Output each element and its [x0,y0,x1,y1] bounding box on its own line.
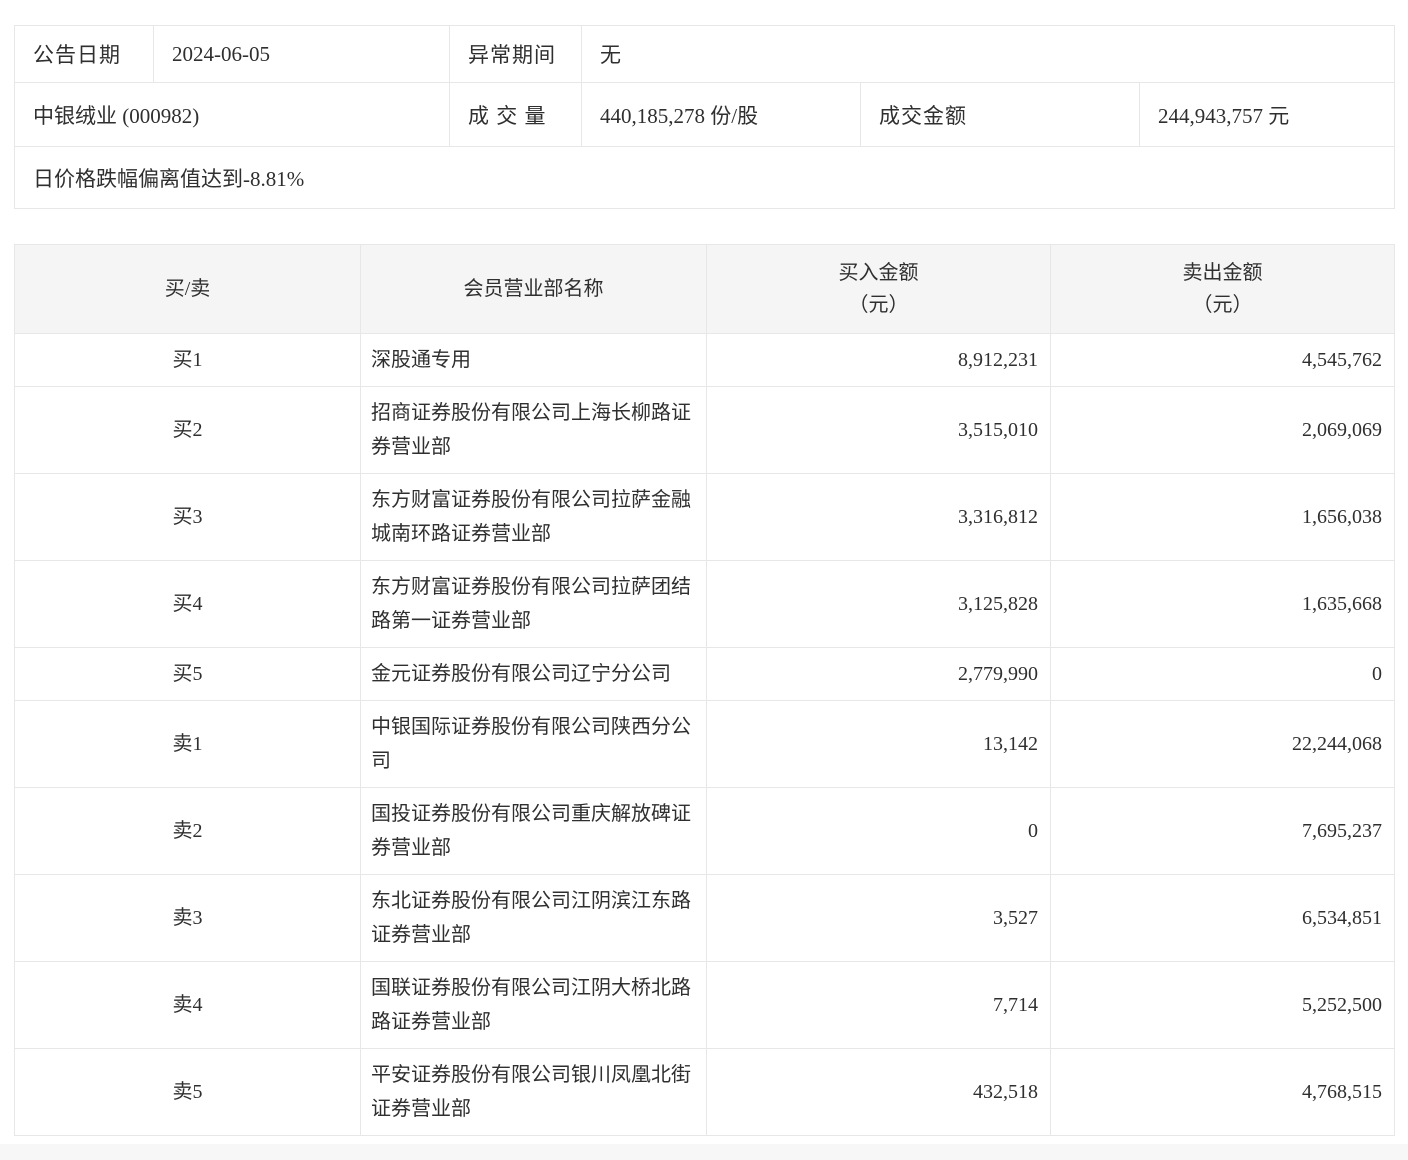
buy-amount-cell: 432,518 [706,1048,1051,1136]
sell-amount-cell: 1,635,668 [1050,560,1395,648]
header-buy-amount-line1: 买入金额 [838,262,919,284]
buy-amount-cell: 13,142 [706,700,1051,788]
branch-name-cell: 中银国际证券股份有限公司陕西分公司 [360,700,707,788]
info-row-date: 公告日期 2024-06-05 异常期间 无 [14,25,1396,83]
branch-name-cell: 招商证券股份有限公司上海长柳路证券营业部 [360,386,707,474]
volume-value: 440,185,278 份/股 [581,82,861,147]
buy-sell-cell: 买4 [14,560,361,648]
branch-name-cell: 国投证券股份有限公司重庆解放碑证券营业部 [360,787,707,875]
header-sell-amount: 卖出金额 （元） [1050,244,1395,334]
sell-amount-cell: 4,545,762 [1050,333,1395,387]
buy-sell-cell: 卖2 [14,787,361,875]
buy-amount-cell: 3,316,812 [706,473,1051,561]
branch-name-cell: 国联证券股份有限公司江阴大桥北路路证券营业部 [360,961,707,1049]
buy-sell-cell: 买2 [14,386,361,474]
info-row-volume: 中银绒业 (000982) 成 交 量 440,185,278 份/股 成交金额… [14,82,1396,147]
buy-amount-cell: 8,912,231 [706,333,1051,387]
branch-name-cell: 东方财富证券股份有限公司拉萨金融城南环路证券营业部 [360,473,707,561]
stock-name: 中银绒业 (000982) [14,82,450,147]
branch-name-cell: 东方财富证券股份有限公司拉萨团结路第一证券营业部 [360,560,707,648]
table-row: 买1 深股通专用 8,912,231 4,545,762 [14,333,1395,387]
buy-amount-cell: 3,527 [706,874,1051,962]
buy-amount-cell: 0 [706,787,1051,875]
info-row-reason: 日价格跌幅偏离值达到-8.81% [13,146,1396,209]
broker-seats-table: 买/卖 会员营业部名称 买入金额 （元） 卖出金额 （元） 买1 深股通专用 8,9… [14,244,1395,1136]
table-row: 买2 招商证券股份有限公司上海长柳路证券营业部 3,515,010 2,069,069 [14,386,1395,474]
buy-sell-cell: 买1 [14,333,361,387]
buy-amount-cell: 3,125,828 [706,560,1051,648]
branch-name-cell: 深股通专用 [360,333,707,387]
sell-amount-cell: 6,534,851 [1050,874,1395,962]
sell-amount-cell: 4,768,515 [1050,1048,1395,1136]
sell-amount-cell: 7,695,237 [1050,787,1395,875]
buy-sell-cell: 卖1 [14,700,361,788]
branch-name-cell: 东北证券股份有限公司江阴滨江东路证券营业部 [360,874,707,962]
buy-sell-cell: 买3 [14,473,361,561]
buy-sell-cell: 买5 [14,647,361,701]
table-row: 卖2 国投证券股份有限公司重庆解放碑证券营业部 0 7,695,237 [14,787,1395,875]
broker-table-body: 买1 深股通专用 8,912,231 4,545,762 买2 招商证券股份有限公司上海长… [14,333,1395,1136]
table-row: 买5 金元证券股份有限公司辽宁分公司 2,779,990 0 [14,647,1395,701]
branch-name-cell: 平安证券股份有限公司银川凤凰北街证券营业部 [360,1048,707,1136]
stock-info-table: 公告日期 2024-06-05 异常期间 无 中银绒业 (000982) 成 交… [13,25,1396,209]
sell-amount-cell: 0 [1050,647,1395,701]
abnormal-period-value: 无 [580,25,1396,83]
table-row: 买4 东方财富证券股份有限公司拉萨团结路第一证券营业部 3,125,828 1,635… [14,560,1395,648]
header-sell-amount-line1: 卖出金额 [1182,262,1263,284]
page-footer-strip [0,1144,1408,1160]
buy-sell-cell: 卖5 [14,1048,361,1136]
buy-sell-cell: 卖4 [14,961,361,1049]
turnover-label: 成交金额 [860,82,1140,147]
buy-amount-cell: 3,515,010 [706,386,1051,474]
sell-amount-cell: 1,656,038 [1050,473,1395,561]
announce-date-label: 公告日期 [14,25,154,83]
buy-amount-cell: 2,779,990 [706,647,1051,701]
table-row: 卖4 国联证券股份有限公司江阴大桥北路路证券营业部 7,714 5,252,500 [14,961,1395,1049]
broker-table-header-row: 买/卖 会员营业部名称 买入金额 （元） 卖出金额 （元） [14,244,1395,334]
sell-amount-cell: 5,252,500 [1050,961,1395,1049]
header-sell-amount-line2: （元） [1192,294,1253,316]
table-row: 卖1 中银国际证券股份有限公司陕西分公司 13,142 22,244,068 [14,700,1395,788]
header-branch-name: 会员营业部名称 [360,244,707,334]
listing-reason: 日价格跌幅偏离值达到-8.81% [13,146,1396,209]
volume-label: 成 交 量 [449,82,582,147]
turnover-value: 244,943,757 元 [1138,82,1396,147]
page: 公告日期 2024-06-05 异常期间 无 中银绒业 (000982) 成 交… [0,0,1408,1160]
table-row: 卖3 东北证券股份有限公司江阴滨江东路证券营业部 3,527 6,534,851 [14,874,1395,962]
table-row: 买3 东方财富证券股份有限公司拉萨金融城南环路证券营业部 3,316,812 1,65… [14,473,1395,561]
table-row: 卖5 平安证券股份有限公司银川凤凰北街证券营业部 432,518 4,768,515 [14,1048,1395,1136]
header-buy-amount-line2: （元） [848,294,909,316]
buy-amount-cell: 7,714 [706,961,1051,1049]
buy-sell-cell: 卖3 [14,874,361,962]
header-buy-sell: 买/卖 [14,244,361,334]
sell-amount-cell: 22,244,068 [1050,700,1395,788]
sell-amount-cell: 2,069,069 [1050,386,1395,474]
abnormal-period-label: 异常期间 [449,25,582,83]
announce-date-value: 2024-06-05 [153,25,450,83]
header-buy-amount: 买入金额 （元） [706,244,1051,334]
branch-name-cell: 金元证券股份有限公司辽宁分公司 [360,647,707,701]
